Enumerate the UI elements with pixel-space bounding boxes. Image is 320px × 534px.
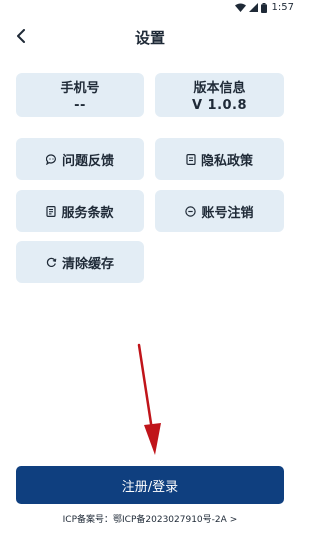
battery-icon	[260, 2, 267, 13]
wifi-icon	[234, 3, 246, 12]
icp-link[interactable]: ICP备案号：鄂ICP备2023027910号-2A >	[0, 512, 300, 525]
version-label: 版本信息	[193, 81, 246, 96]
privacy-policy-button[interactable]: 隐私政策	[155, 138, 284, 180]
signal-icon	[248, 3, 258, 12]
login-register-label: 注册/登录	[121, 479, 179, 495]
version-value: V 1.0.8	[191, 98, 248, 113]
status-icons: 1:57	[234, 2, 294, 13]
version-card: 版本信息 V 1.0.8	[155, 73, 284, 117]
header: 设置	[0, 22, 300, 52]
cancel-account-button[interactable]: 账号注销	[155, 190, 284, 232]
page-title: 设置	[134, 29, 165, 47]
chat-bubble-icon	[45, 153, 57, 165]
status-time: 1:57	[271, 2, 294, 13]
refresh-icon	[46, 257, 57, 268]
icp-text: ICP备案号：鄂ICP备2023027910号-2A	[62, 515, 227, 525]
feedback-button[interactable]: 问题反馈	[16, 138, 144, 180]
login-register-button[interactable]: 注册/登录	[16, 466, 284, 504]
status-bar: 1:57	[0, 0, 300, 16]
cancel-account-label: 账号注销	[201, 205, 254, 221]
terms-label: 服务条款	[61, 205, 114, 221]
clear-cache-button[interactable]: 清除缓存	[16, 241, 144, 283]
terms-button[interactable]: 服务条款	[16, 190, 144, 232]
minus-circle-icon	[185, 205, 197, 217]
document-icon	[186, 153, 196, 165]
chevron-right-icon: >	[229, 515, 238, 525]
clear-cache-label: 清除缓存	[61, 256, 114, 272]
phone-card: 手机号 --	[16, 73, 144, 117]
phone-label: 手机号	[60, 81, 100, 96]
clipboard-icon	[46, 205, 57, 217]
feedback-label: 问题反馈	[61, 153, 114, 169]
phone-value: --	[74, 98, 86, 113]
privacy-label: 隐私政策	[200, 153, 253, 169]
